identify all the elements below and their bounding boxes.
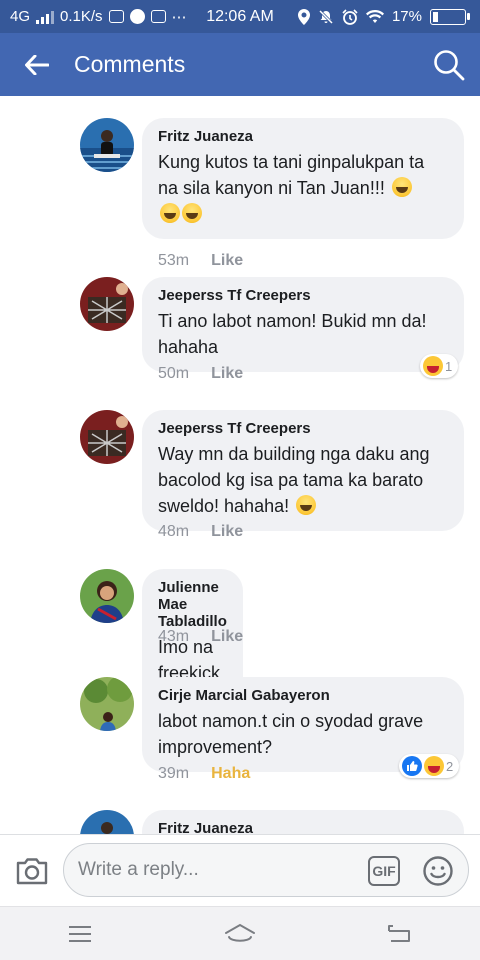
comment-time: 43m <box>158 628 190 645</box>
status-bar: 4G 0.1K/s ⋯ 12:06 AM 17% <box>0 0 480 33</box>
app-header: Comments <box>0 33 480 96</box>
haha-reaction-button[interactable]: Haha <box>211 765 250 783</box>
home-icon <box>225 923 255 942</box>
comment-author[interactable]: Fritz Juaneza <box>158 128 448 145</box>
wifi-icon <box>365 9 384 23</box>
system-nav-bar <box>0 906 480 960</box>
comment-time: 53m <box>158 252 190 269</box>
return-icon <box>388 924 410 942</box>
gif-button[interactable]: GIF <box>368 856 400 886</box>
reply-input[interactable] <box>78 844 368 896</box>
smiley-icon <box>423 856 453 886</box>
back-nav-button[interactable] <box>365 907 435 960</box>
mute-icon <box>318 9 334 24</box>
status-left: 4G 0.1K/s ⋯ <box>10 8 187 26</box>
like-button[interactable]: Like <box>211 523 243 541</box>
alarm-icon <box>342 8 358 25</box>
reply-field: GIF <box>63 843 469 897</box>
haha-reaction-icon <box>424 756 444 776</box>
laughing-emoji-icon <box>160 203 180 223</box>
network-speed: 0.1K/s <box>60 8 103 25</box>
comment-meta: 39m Haha <box>158 765 250 783</box>
avatar[interactable] <box>80 569 134 623</box>
battery-icon <box>430 8 470 25</box>
reaction-summary[interactable]: 1 <box>420 354 459 378</box>
reply-bar: GIF <box>0 834 480 906</box>
reaction-count: 1 <box>445 358 453 374</box>
comment-meta: 48m Like <box>158 523 243 541</box>
comment-time: 48m <box>158 523 190 540</box>
avatar[interactable] <box>80 277 134 331</box>
more-notifications-icon: ⋯ <box>171 8 187 26</box>
sticker-button[interactable] <box>422 855 454 887</box>
comment-time: 50m <box>158 365 190 382</box>
camera-icon <box>16 858 48 885</box>
avatar[interactable] <box>80 677 134 731</box>
status-right: 17% <box>297 0 470 33</box>
image-notification-icon <box>108 10 124 23</box>
comment-bubble[interactable]: Jeeperss Tf Creepers Ti ano labot namon!… <box>142 277 464 372</box>
back-arrow-icon <box>25 54 49 75</box>
menu-nav-button[interactable] <box>45 907 115 960</box>
network-type: 4G <box>10 8 31 25</box>
comment-text: Ti ano labot namon! Bukid mn da! hahaha <box>158 311 427 357</box>
comment-time: 39m <box>158 765 190 782</box>
comment-meta: 50m Like <box>158 365 243 383</box>
reaction-summary[interactable]: 2 <box>399 754 460 778</box>
back-button[interactable] <box>0 33 74 96</box>
avatar[interactable] <box>80 810 134 834</box>
comment-author[interactable]: Jeeperss Tf Creepers <box>158 287 448 304</box>
mail-icon <box>150 10 166 23</box>
comment-text: Way mn da building nga daku ang bacolod … <box>158 444 430 516</box>
comment-list: Fritz Juaneza Kung kutos ta tani ginpalu… <box>0 96 480 834</box>
like-button[interactable]: Like <box>211 365 243 383</box>
comment-bubble[interactable]: Fritz Juaneza Kung kutos ta tani ginpalu… <box>142 118 464 239</box>
comment-author[interactable]: Fritz Juaneza <box>158 820 448 834</box>
haha-reaction-icon <box>423 356 443 376</box>
comment-text: Kung kutos ta tani ginpalukpan ta na sil… <box>158 149 448 227</box>
like-button[interactable]: Like <box>211 628 243 646</box>
laughing-emoji-icon <box>182 203 202 223</box>
comment-author[interactable]: Julienne Mae Tabladillo <box>158 579 227 630</box>
search-icon <box>434 49 465 80</box>
camera-button[interactable] <box>14 853 50 889</box>
comment-bubble[interactable]: Jeeperss Tf Creepers Way mn da building … <box>142 410 464 531</box>
like-reaction-icon <box>402 756 422 776</box>
home-nav-button[interactable] <box>205 907 275 960</box>
comment-author[interactable]: Jeeperss Tf Creepers <box>158 420 448 437</box>
signal-icon <box>36 10 55 24</box>
search-button[interactable] <box>418 33 480 96</box>
comment-meta: 53m Like <box>158 252 243 270</box>
comment-author[interactable]: Cirje Marcial Gabayeron <box>158 687 448 704</box>
messenger-icon <box>129 9 145 24</box>
screen: 4G 0.1K/s ⋯ 12:06 AM 17% Comments Fritz … <box>0 0 480 960</box>
like-button[interactable]: Like <box>211 252 243 270</box>
menu-icon <box>69 925 91 942</box>
laughing-emoji-icon <box>296 495 317 515</box>
comment-meta: 43m Like <box>158 628 243 646</box>
page-title: Comments <box>74 51 186 77</box>
comment-bubble[interactable]: Fritz Juaneza <box>142 810 464 834</box>
comment-text: labot namon.t cin o syodad grave improve… <box>158 711 424 757</box>
reaction-count: 2 <box>446 758 454 774</box>
battery-percent: 17% <box>391 8 422 25</box>
avatar[interactable] <box>80 118 134 172</box>
laughing-emoji-icon <box>391 177 412 197</box>
location-icon <box>297 8 310 25</box>
avatar[interactable] <box>80 410 134 464</box>
